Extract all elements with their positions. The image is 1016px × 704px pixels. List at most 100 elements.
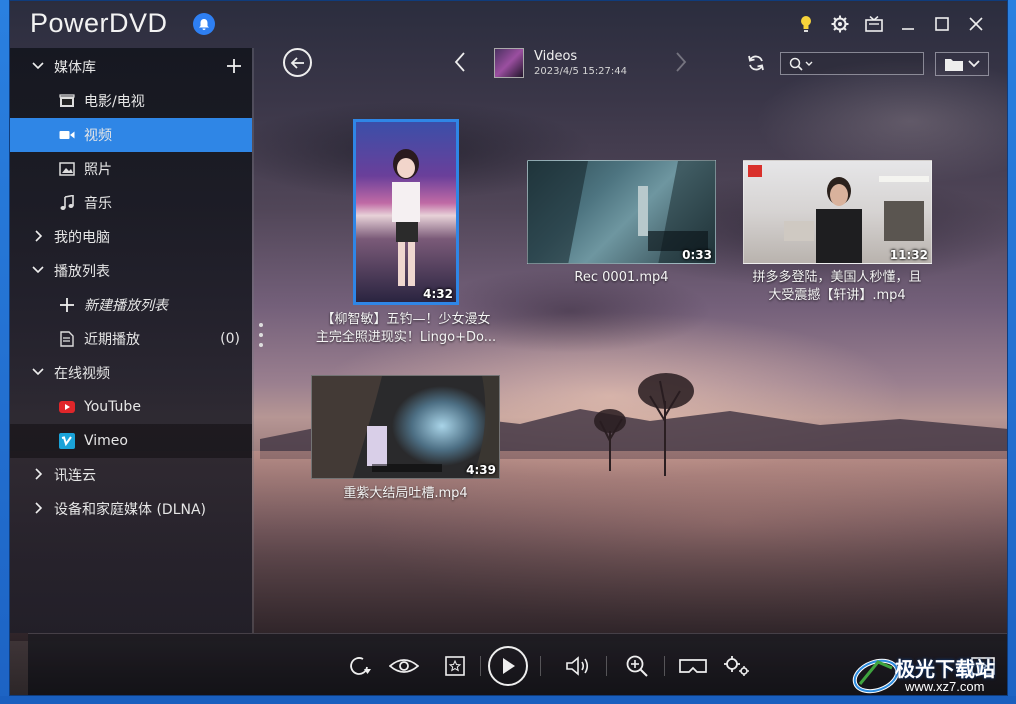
volume-button[interactable] <box>562 652 594 680</box>
app-title: PowerDVD <box>30 8 168 38</box>
sidebar-group-dlna[interactable]: 设备和家庭媒体 (DLNA) <box>10 492 252 526</box>
chevron-down-icon <box>32 62 44 70</box>
plus-icon <box>58 297 76 313</box>
sidebar-item-label: 音乐 <box>84 196 112 212</box>
folder-thumbnail <box>494 48 524 78</box>
tips-button[interactable] <box>789 11 823 37</box>
repeat-icon <box>350 657 371 675</box>
favorite-button[interactable] <box>440 652 470 680</box>
video-thumbnail[interactable]: 11:32 <box>743 160 932 264</box>
speaker-icon <box>566 656 589 676</box>
maximize-icon <box>935 17 949 31</box>
gear-icon <box>831 15 849 33</box>
vimeo-icon <box>58 433 76 449</box>
notification-button[interactable] <box>193 13 215 35</box>
video-camera-icon <box>58 127 76 143</box>
folder-title: Videos <box>534 49 578 64</box>
add-media-icon[interactable] <box>226 58 242 74</box>
sidebar-group-media-library[interactable]: 媒体库 <box>10 50 252 84</box>
sidebar-group-label: 播放列表 <box>54 264 110 280</box>
sidebar-item-label: 照片 <box>84 162 112 178</box>
sidebar-item-label: 新建播放列表 <box>84 298 168 314</box>
sidebar-group-my-computer[interactable]: 我的电脑 <box>10 220 252 254</box>
duration-label: 11:32 <box>889 248 928 262</box>
play-icon <box>503 658 515 674</box>
sidebar-item-vimeo[interactable]: Vimeo <box>10 424 252 458</box>
folder-date: 2023/4/5 15:27:44 <box>534 66 628 77</box>
media-name-line: 重紫大结局吐槽.mp4 <box>343 486 468 501</box>
vr-headset-icon <box>679 659 707 673</box>
thumbnail-figure <box>392 149 420 286</box>
close-button[interactable] <box>959 11 993 37</box>
control-separator <box>664 656 665 676</box>
sidebar-item-movies-tv[interactable]: 电影/电视 <box>10 84 252 118</box>
sidebar-group-online-video[interactable]: 在线视频 <box>10 356 252 390</box>
video-thumbnail[interactable]: 0:33 <box>527 160 716 264</box>
powerdvd-window: PowerDVD 媒体库 电影/电视 视频 照片 音乐 我的电脑 播放列表 新建… <box>9 0 1008 696</box>
zoom-button[interactable] <box>622 652 652 680</box>
zoom-in-icon <box>626 655 648 677</box>
youtube-icon <box>58 399 76 415</box>
folder-icon <box>945 58 963 71</box>
recent-count-badge: (0) <box>220 331 240 347</box>
search-input[interactable] <box>821 55 919 72</box>
desktop-background-right <box>1008 0 1016 704</box>
film-icon <box>58 93 76 109</box>
duration-label: 0:33 <box>682 248 712 262</box>
back-button[interactable] <box>283 48 312 77</box>
search-box <box>780 52 924 75</box>
sidebar-group-label: 我的电脑 <box>54 230 110 246</box>
sidebar-group-label: 设备和家庭媒体 (DLNA) <box>54 502 207 518</box>
watermark-url: www.xz7.com <box>905 679 985 694</box>
vr-mode-button[interactable] <box>676 652 710 680</box>
refresh-icon[interactable] <box>747 54 765 72</box>
sidebar: 媒体库 电影/电视 视频 照片 音乐 我的电脑 播放列表 新建播放列表 近期播放… <box>10 48 252 633</box>
sidebar-group-label: 在线视频 <box>54 366 110 382</box>
video-thumbnail[interactable]: 4:32 <box>353 119 459 305</box>
background-trees <box>594 373 694 476</box>
sidebar-item-youtube[interactable]: YouTube <box>10 390 252 424</box>
bell-icon <box>199 18 209 30</box>
arrow-left-icon <box>290 56 304 69</box>
sidebar-item-label: 视频 <box>84 128 112 144</box>
video-thumbnail[interactable]: 4:39 <box>311 375 500 479</box>
minimize-icon <box>902 28 914 30</box>
watermark-text: 极光下载站 <box>895 657 995 681</box>
sidebar-group-playlists[interactable]: 播放列表 <box>10 254 252 288</box>
next-folder-icon[interactable] <box>674 51 688 73</box>
chevron-right-icon <box>35 468 43 480</box>
close-icon <box>969 17 983 31</box>
search-icon[interactable] <box>789 57 815 71</box>
sidebar-item-recent[interactable]: 近期播放 (0) <box>10 322 252 356</box>
play-button[interactable] <box>488 646 528 686</box>
photo-icon <box>58 161 76 177</box>
folder-menu-button[interactable] <box>935 52 989 76</box>
sidebar-item-videos[interactable]: 视频 <box>10 118 252 152</box>
chevron-down-icon <box>32 266 44 274</box>
media-name: Rec 0001.mp4 <box>527 269 716 287</box>
window-controls <box>789 11 993 37</box>
media-name: 拼多多登陆，美国人秒懂，且 大受震撼【轩讲】.mp4 <box>726 269 948 305</box>
view-mode-button[interactable] <box>384 652 424 680</box>
repeat-button[interactable] <box>346 652 376 680</box>
sidebar-group-label: 讯连云 <box>54 468 96 484</box>
sidebar-item-new-playlist[interactable]: 新建播放列表 <box>10 288 252 322</box>
control-separator <box>480 656 481 676</box>
sidebar-item-photos[interactable]: 照片 <box>10 152 252 186</box>
tv-icon <box>865 16 883 32</box>
previous-folder-icon[interactable] <box>453 51 467 73</box>
gears-icon <box>724 656 749 676</box>
tv-mode-button[interactable] <box>857 11 891 37</box>
player-settings-button[interactable] <box>720 652 754 680</box>
sidebar-item-label: Vimeo <box>84 433 128 449</box>
sidebar-item-music[interactable]: 音乐 <box>10 186 252 220</box>
control-separator <box>606 656 607 676</box>
maximize-button[interactable] <box>925 11 959 37</box>
settings-button[interactable] <box>823 11 857 37</box>
sidebar-item-label: 近期播放 <box>84 332 140 348</box>
sidebar-group-xunlian-cloud[interactable]: 讯连云 <box>10 458 252 492</box>
media-name-line: 主完全照进现实！Lingo+Do... <box>315 330 497 345</box>
duration-label: 4:32 <box>423 287 453 301</box>
minimize-button[interactable] <box>891 11 925 37</box>
sidebar-resize-handle[interactable] <box>258 323 264 347</box>
